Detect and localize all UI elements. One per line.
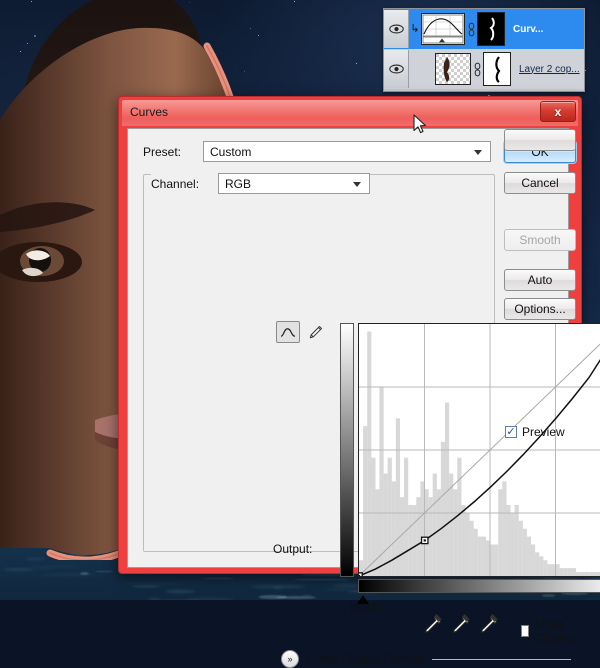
options-button[interactable]: Options... (504, 298, 576, 320)
curves-adjustment-thumbnail[interactable] (421, 13, 465, 45)
pencil-tool-button[interactable] (303, 321, 327, 343)
preset-value: Custom (210, 145, 251, 159)
preview-checkbox[interactable]: ✓ (505, 426, 517, 438)
show-clipping-checkbox[interactable] (521, 625, 529, 637)
wave-highlight (294, 579, 350, 580)
output-label: Output: (273, 542, 312, 556)
layer-thumbnail[interactable] (435, 53, 471, 85)
chevron-down-icon (474, 150, 482, 155)
eye-icon (389, 64, 404, 74)
curves-dialog[interactable]: Curves x Preset: Custom Channel: (118, 96, 582, 574)
layer-row[interactable]: ↳ Curv... (384, 9, 584, 49)
layer-mask-thumbnail[interactable] (477, 12, 505, 46)
layer-row[interactable]: Layer 2 cop... (384, 49, 584, 89)
star (356, 63, 357, 64)
wave-highlight (166, 590, 195, 593)
preview-row[interactable]: ✓ Preview (505, 425, 565, 439)
input-label: Input: (350, 600, 380, 614)
smooth-button[interactable]: Smooth (504, 229, 576, 251)
preset-row: Preset: Custom (143, 141, 555, 163)
layers-panel[interactable]: ↳ Curv... (383, 8, 585, 92)
cancel-button[interactable]: Cancel (504, 172, 576, 194)
curve-display-options-row[interactable]: » Curve Display Options (281, 650, 571, 668)
chevron-down-icon (353, 182, 361, 187)
chevron-double-down-icon[interactable]: » (281, 650, 299, 668)
layer-mask-thumbnail[interactable] (483, 52, 511, 86)
output-gradient-strip (340, 323, 354, 577)
curve-plot[interactable] (359, 324, 600, 576)
set-gray-point-eyedropper[interactable] (450, 613, 472, 635)
auto-button[interactable]: Auto (504, 269, 576, 291)
preset-label: Preset: (143, 145, 181, 159)
link-icon[interactable] (465, 22, 477, 37)
set-black-point-eyedropper[interactable] (422, 613, 444, 635)
wave-highlight (332, 584, 360, 587)
wave-highlight (132, 585, 160, 588)
set-white-point-eyedropper[interactable] (478, 613, 500, 635)
input-gradient-strip (358, 579, 600, 593)
preview-label: Preview (522, 425, 565, 439)
pencil-tool-icon (308, 325, 323, 340)
clipping-mask-arrow-icon: ↳ (409, 24, 421, 35)
layer-visibility-toggle[interactable] (384, 50, 409, 88)
channel-value: RGB (225, 177, 251, 191)
channel-row: Channel: RGB (151, 173, 511, 195)
curve-point-tool-button[interactable] (276, 321, 300, 343)
wave-highlight (542, 594, 555, 597)
eyedropper-group (422, 613, 502, 637)
dialog-title: Curves (130, 105, 168, 119)
layer-name[interactable]: Layer 2 cop... (519, 64, 580, 75)
wave-highlight (95, 571, 113, 572)
wave-highlight (4, 568, 32, 570)
channel-label: Channel: (151, 177, 199, 191)
close-button[interactable]: x (540, 101, 576, 122)
curve-grid[interactable] (358, 323, 600, 577)
wave-highlight (250, 585, 306, 588)
section-divider (432, 659, 571, 660)
curve-tool-group (276, 321, 328, 345)
wave-highlight (29, 568, 55, 569)
show-clipping-label: Show Clipping (534, 617, 581, 645)
dialog-titlebar[interactable]: Curves x (122, 100, 578, 126)
wave-highlight (203, 578, 234, 579)
curve-display-options-label: Curve Display Options (306, 652, 425, 666)
wave-highlight (259, 595, 287, 598)
preset-select[interactable]: Custom (203, 141, 491, 162)
eye-icon (389, 24, 404, 34)
link-icon[interactable] (471, 62, 483, 77)
curve-point-tool-icon (280, 326, 297, 339)
dialog-body: Preset: Custom Channel: RGB (127, 128, 569, 568)
channel-select[interactable]: RGB (218, 173, 370, 194)
show-clipping-row[interactable]: Show Clipping (521, 617, 581, 645)
layer-name[interactable]: Curv... (513, 24, 543, 35)
close-icon: x (555, 105, 562, 119)
layer-visibility-toggle[interactable] (384, 10, 409, 48)
